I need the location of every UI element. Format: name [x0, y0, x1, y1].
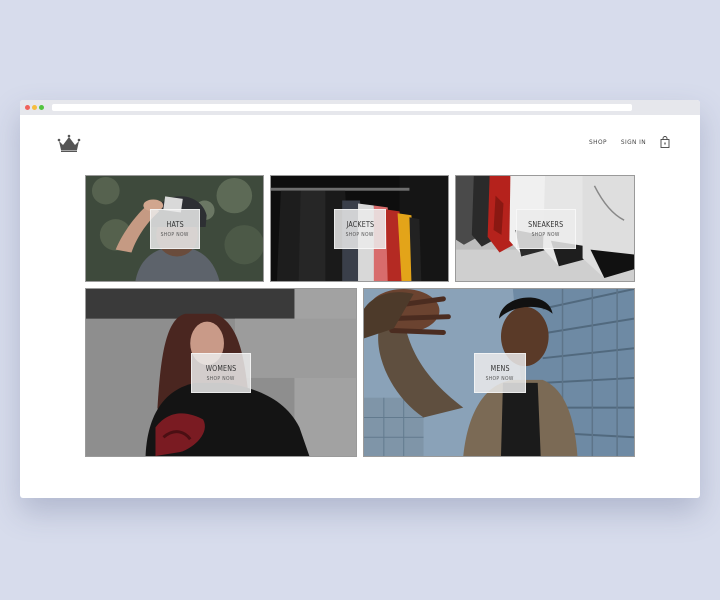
category-title: SNEAKERS [528, 220, 564, 229]
site-header: SHOP SIGN IN [20, 115, 700, 165]
category-title: HATS [166, 220, 184, 229]
main-nav: SHOP SIGN IN [589, 136, 670, 148]
shop-now-link[interactable]: SHOP NOW [532, 232, 560, 238]
category-title: WOMENS [205, 364, 237, 373]
nav-sign-in-link[interactable]: SIGN IN [621, 138, 646, 146]
category-tile-hats[interactable]: HATS SHOP NOW [85, 175, 264, 282]
shopping-bag-icon[interactable] [660, 136, 670, 148]
browser-chrome [20, 100, 700, 115]
crown-logo-icon[interactable] [57, 133, 81, 153]
address-bar[interactable] [52, 104, 632, 111]
category-tile-jackets[interactable]: JACKETS SHOP NOW [270, 175, 449, 282]
browser-window: SHOP SIGN IN HATS SHOP NOW JACKETS SHOP … [20, 100, 700, 498]
shop-now-link[interactable]: SHOP NOW [207, 376, 235, 382]
minimize-window-dot[interactable] [32, 105, 37, 110]
category-title: JACKETS [346, 220, 374, 229]
jackets-overlay[interactable]: JACKETS SHOP NOW [334, 209, 386, 249]
shop-now-link[interactable]: SHOP NOW [346, 232, 374, 238]
category-title: MENS [490, 364, 510, 373]
category-tile-sneakers[interactable]: SNEAKERS SHOP NOW [455, 175, 635, 282]
close-window-dot[interactable] [25, 105, 30, 110]
maximize-window-dot[interactable] [39, 105, 44, 110]
shop-now-link[interactable]: SHOP NOW [486, 376, 514, 382]
mens-overlay[interactable]: MENS SHOP NOW [474, 353, 526, 393]
category-tile-mens[interactable]: MENS SHOP NOW [363, 288, 635, 457]
shop-now-link[interactable]: SHOP NOW [161, 232, 189, 238]
nav-shop-link[interactable]: SHOP [589, 138, 607, 146]
category-tile-womens[interactable]: WOMENS SHOP NOW [85, 288, 357, 457]
sneakers-overlay[interactable]: SNEAKERS SHOP NOW [516, 209, 576, 249]
hats-overlay[interactable]: HATS SHOP NOW [150, 209, 200, 249]
womens-overlay[interactable]: WOMENS SHOP NOW [191, 353, 251, 393]
